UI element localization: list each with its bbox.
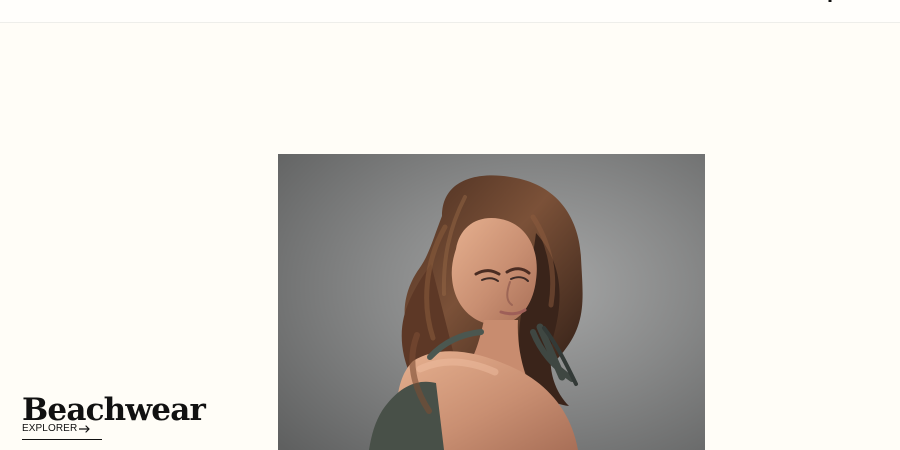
explorer-label: EXPLORER [22,423,78,434]
page: Beachwear EXPLORER [0,0,900,450]
explorer-link[interactable]: EXPLORER [22,419,102,440]
model-photo-illustration [278,154,705,450]
arrow-right-icon [79,424,90,433]
top-header [0,0,900,23]
account-icon[interactable] [823,0,837,8]
model-photo[interactable] [278,154,705,450]
